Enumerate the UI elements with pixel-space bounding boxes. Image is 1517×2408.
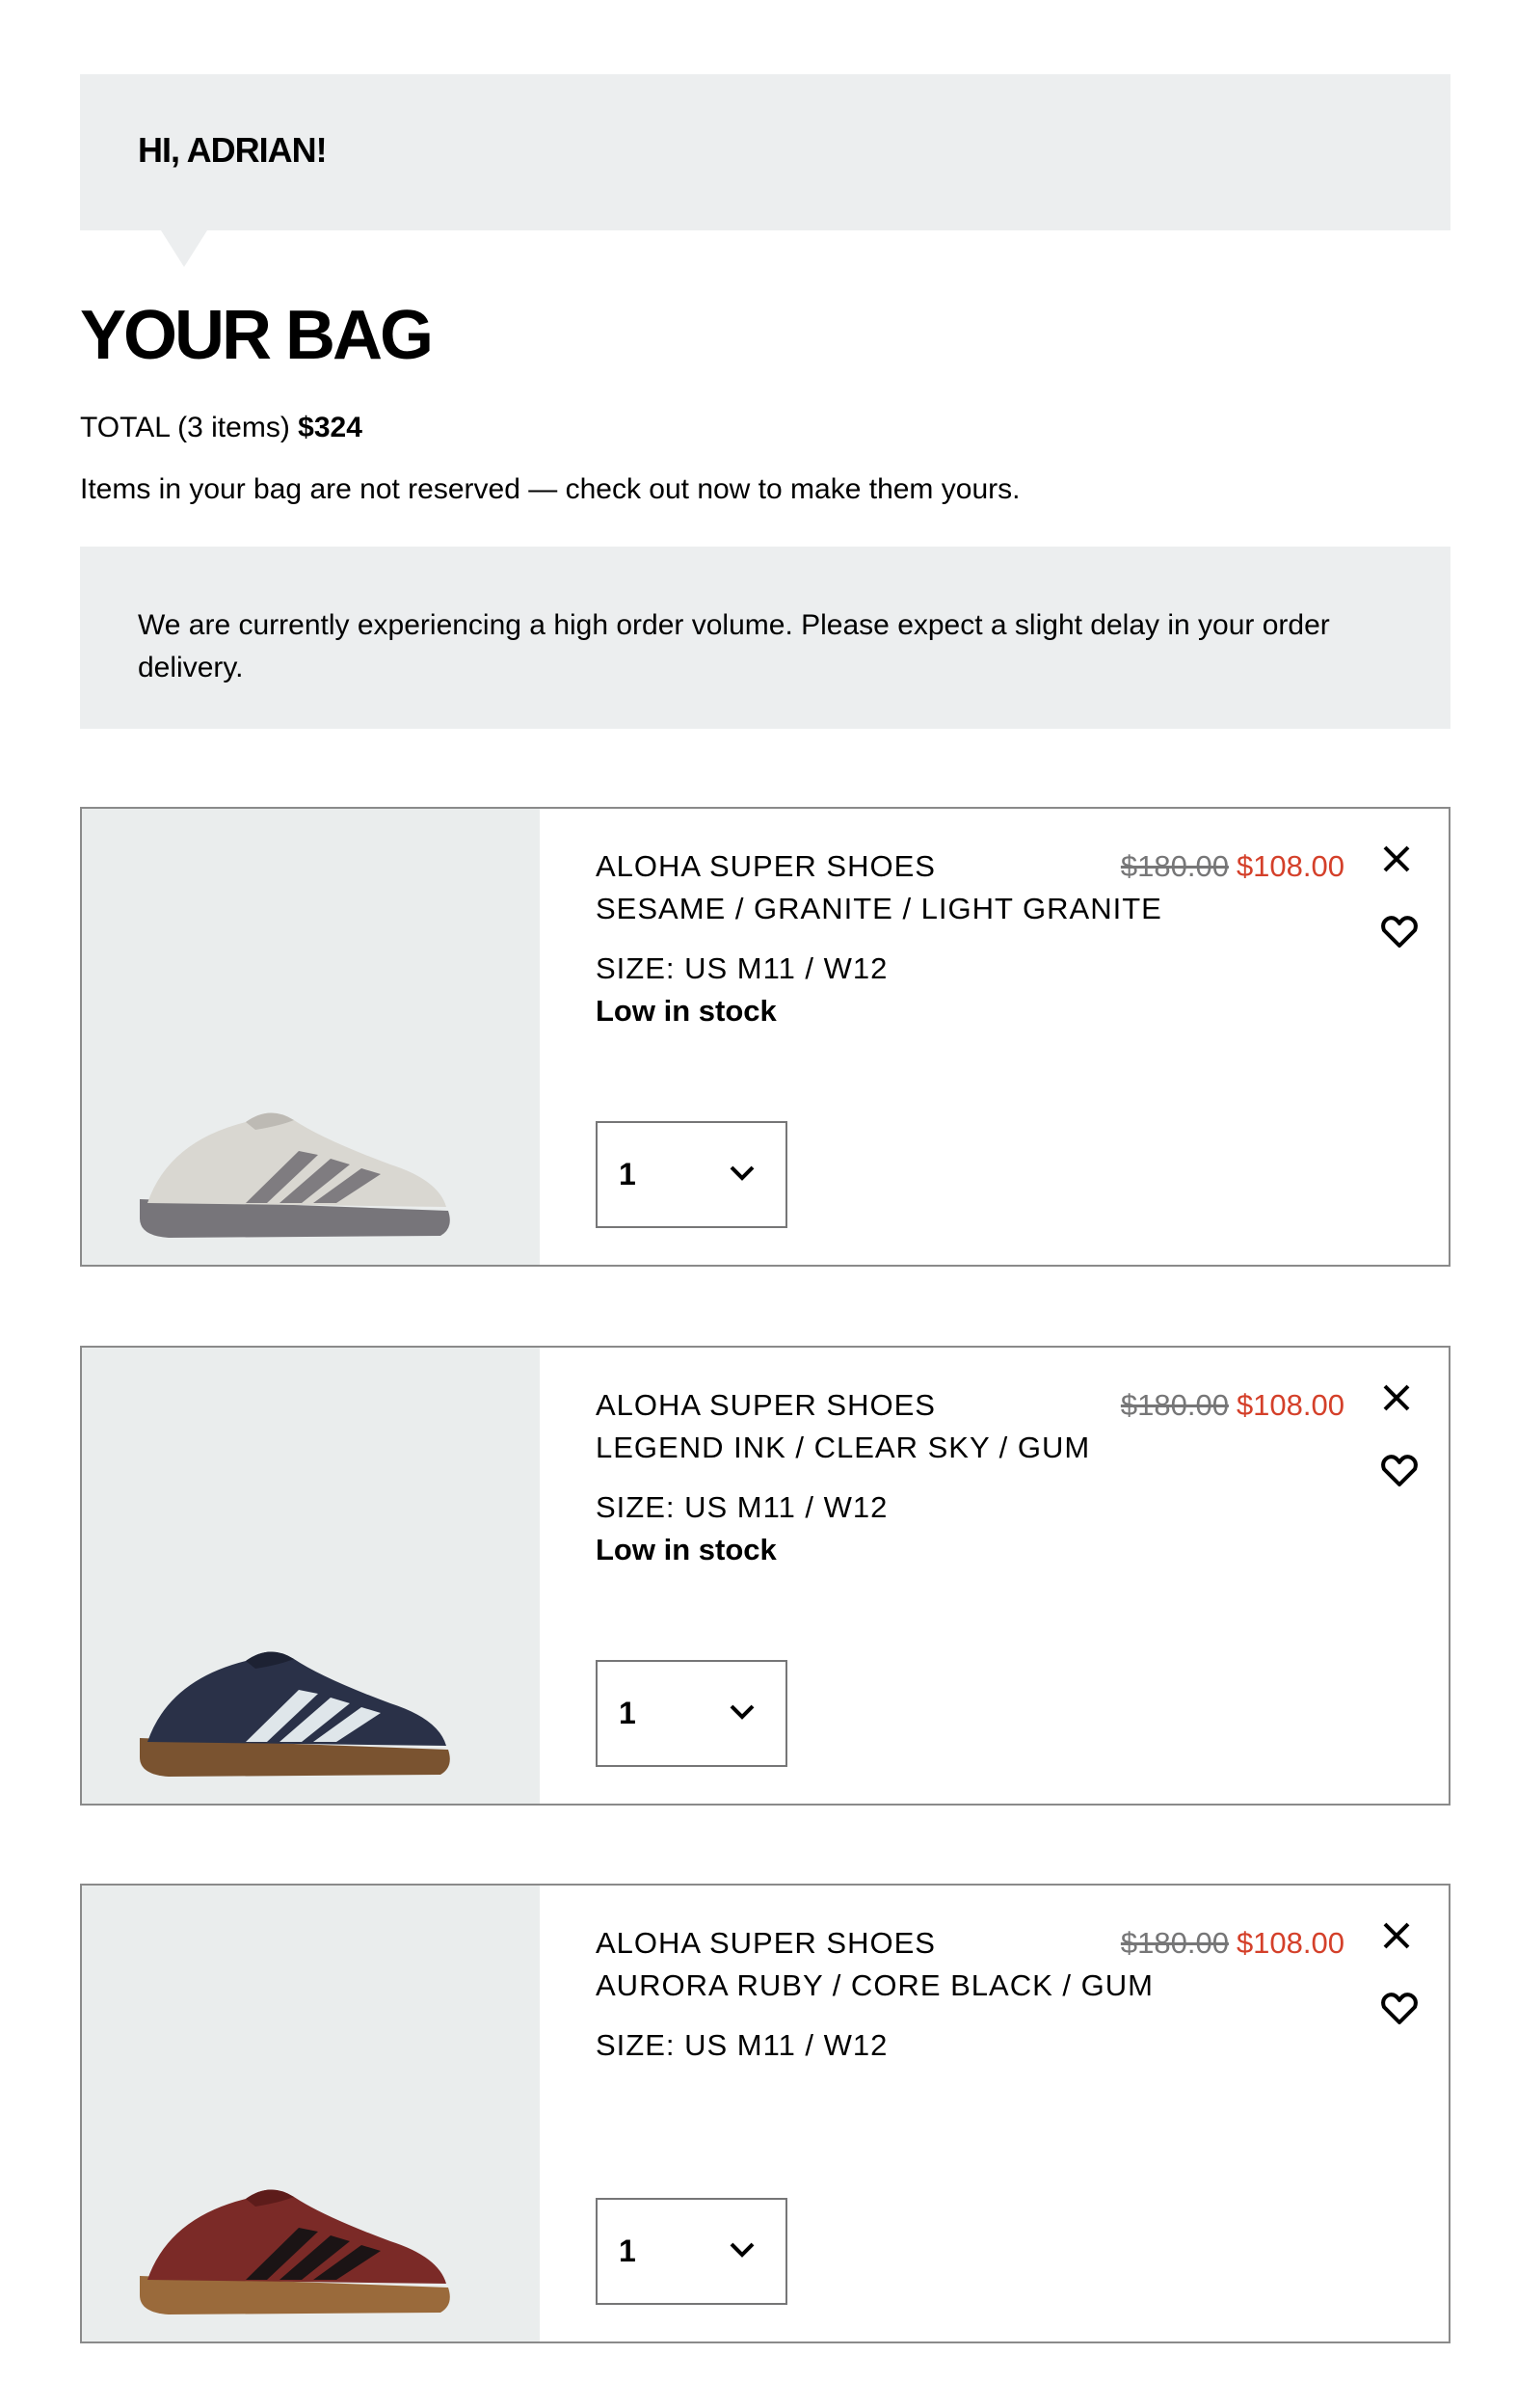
- shoe-image: [140, 2189, 450, 2314]
- cart-item: ALOHA SUPER SHOES SESAME / GRANITE / LIG…: [80, 807, 1450, 1267]
- shoe-image: [140, 1651, 450, 1777]
- remove-item-button[interactable]: [1379, 842, 1414, 876]
- item-info: ALOHA SUPER SHOES SESAME / GRANITE / LIG…: [596, 845, 1162, 1032]
- sale-price: $108.00: [1236, 1926, 1344, 1960]
- cart-item: ALOHA SUPER SHOES AURORA RUBY / CORE BLA…: [80, 1884, 1450, 2343]
- sale-price: $108.00: [1236, 1388, 1344, 1422]
- original-price: $180.00: [1120, 1926, 1229, 1960]
- page-title: YOUR BAG: [80, 297, 434, 374]
- product-price: $180.00 $108.00: [1121, 1384, 1344, 1427]
- stock-status: Low in stock: [596, 994, 777, 1028]
- product-color: AURORA RUBY / CORE BLACK / GUM: [596, 1968, 1154, 2002]
- product-color: SESAME / GRANITE / LIGHT GRANITE: [596, 892, 1162, 925]
- close-icon: [1383, 845, 1410, 872]
- remove-item-button[interactable]: [1379, 1918, 1414, 1953]
- item-info: ALOHA SUPER SHOES AURORA RUBY / CORE BLA…: [596, 1922, 1154, 2067]
- chevron-down-icon: [730, 1704, 755, 1720]
- notice-text: We are currently experiencing a high ord…: [138, 609, 1330, 683]
- product-size: SIZE: US M11 / W12: [596, 1490, 889, 1524]
- close-icon: [1383, 1922, 1410, 1949]
- product-price: $180.00 $108.00: [1121, 1922, 1344, 1965]
- product-price: $180.00 $108.00: [1121, 845, 1344, 888]
- heart-icon: [1381, 1993, 1418, 2024]
- quantity-value: 1: [619, 2234, 636, 2268]
- stock-status: Low in stock: [596, 1533, 777, 1566]
- close-icon: [1383, 1384, 1410, 1411]
- product-image[interactable]: [82, 1348, 540, 1804]
- product-color: LEGEND INK / CLEAR SKY / GUM: [596, 1431, 1091, 1464]
- greeting-pointer: [161, 230, 207, 267]
- bag-total: TOTAL (3 items) $324: [80, 409, 362, 447]
- original-price: $180.00: [1120, 1388, 1229, 1422]
- wishlist-button[interactable]: [1379, 1990, 1420, 2028]
- wishlist-button[interactable]: [1379, 1452, 1420, 1490]
- remove-item-button[interactable]: [1379, 1380, 1414, 1415]
- greeting-text: HI, ADRIAN!: [138, 130, 328, 170]
- total-amount: $324: [298, 412, 362, 443]
- quantity-select[interactable]: 1: [596, 1121, 787, 1228]
- heart-icon: [1381, 916, 1418, 948]
- chevron-down-icon: [730, 2242, 755, 2258]
- product-name[interactable]: ALOHA SUPER SHOES: [596, 845, 1162, 888]
- product-image[interactable]: [82, 809, 540, 1265]
- reserve-note: Items in your bag are not reserved — che…: [80, 473, 1021, 505]
- quantity-select[interactable]: 1: [596, 1660, 787, 1767]
- order-volume-notice: We are currently experiencing a high ord…: [80, 547, 1450, 729]
- cart-item: ALOHA SUPER SHOES LEGEND INK / CLEAR SKY…: [80, 1346, 1450, 1806]
- shoe-image: [140, 1112, 450, 1238]
- product-name[interactable]: ALOHA SUPER SHOES: [596, 1384, 1090, 1427]
- quantity-value: 1: [619, 1696, 636, 1730]
- wishlist-button[interactable]: [1379, 913, 1420, 951]
- greeting-banner: HI, ADRIAN!: [80, 74, 1450, 267]
- heart-icon: [1381, 1455, 1418, 1486]
- original-price: $180.00: [1120, 849, 1229, 883]
- item-info: ALOHA SUPER SHOES LEGEND INK / CLEAR SKY…: [596, 1384, 1090, 1571]
- product-name[interactable]: ALOHA SUPER SHOES: [596, 1922, 1154, 1965]
- quantity-select[interactable]: 1: [596, 2198, 787, 2305]
- quantity-value: 1: [619, 1157, 636, 1191]
- product-size: SIZE: US M11 / W12: [596, 951, 889, 985]
- sale-price: $108.00: [1236, 849, 1344, 883]
- total-label: TOTAL (3 items): [80, 412, 290, 443]
- product-size: SIZE: US M11 / W12: [596, 2028, 889, 2062]
- chevron-down-icon: [730, 1165, 755, 1181]
- product-image[interactable]: [82, 1886, 540, 2341]
